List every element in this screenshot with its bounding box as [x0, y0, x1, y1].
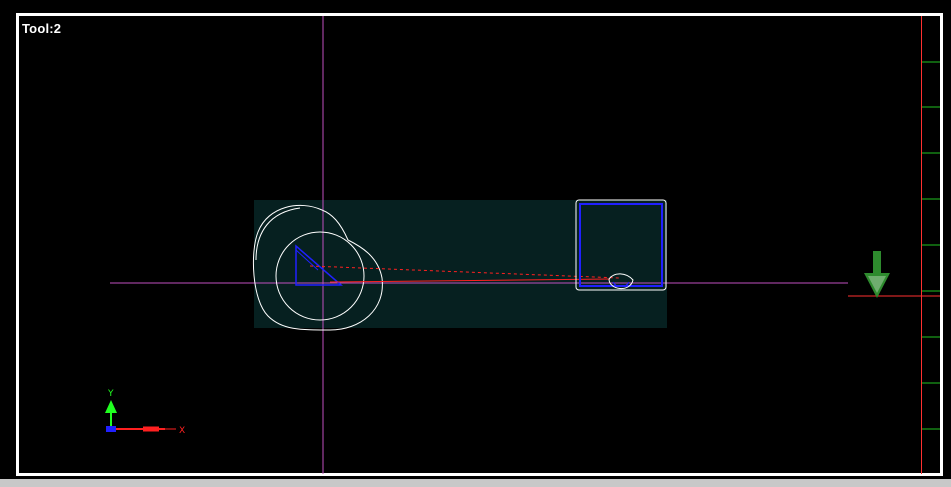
axis-origin [106, 426, 116, 432]
axis-x-arrow [143, 426, 159, 432]
tool-indicator-label: Tool:2 [22, 21, 62, 36]
axis-y-label: Y [107, 389, 114, 399]
bottom-bar [0, 479, 951, 487]
axis-x-label: X [179, 426, 185, 436]
viewport-canvas[interactable]: Y X [0, 0, 951, 487]
cam-viewport[interactable]: Y X Tool:2 [0, 0, 951, 487]
